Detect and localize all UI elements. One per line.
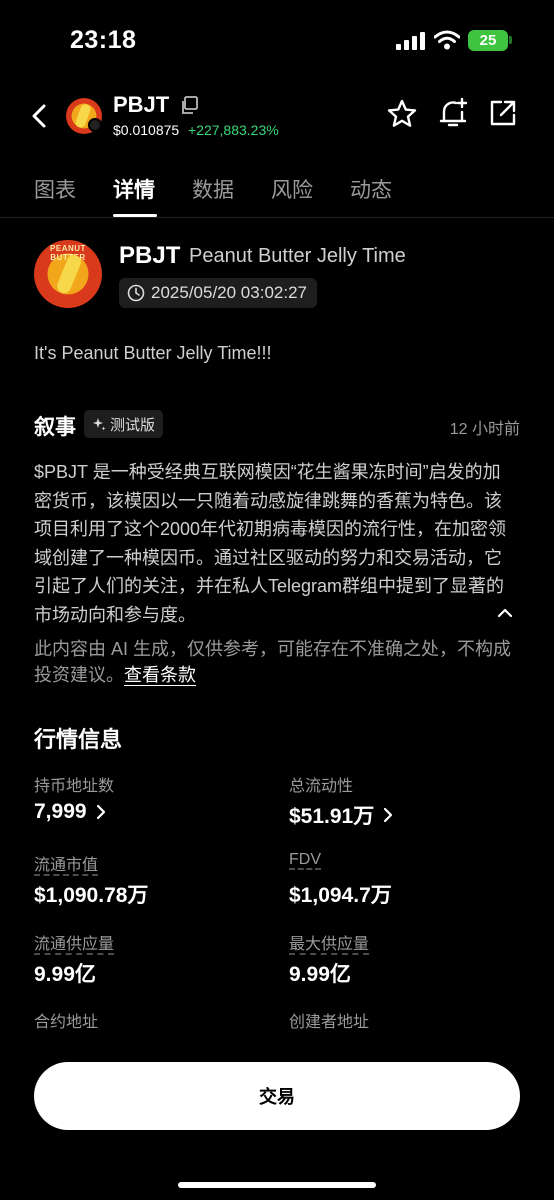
trade-button[interactable]: 交易: [34, 1062, 520, 1130]
tab-chart[interactable]: 图表: [34, 174, 76, 204]
circulating-supply-value: 9.99亿: [34, 963, 96, 986]
top-bar: PBJT $0.010875 +227,883.23%: [0, 86, 554, 146]
terms-link[interactable]: 查看条款: [124, 665, 196, 685]
chevron-up-icon[interactable]: [494, 602, 516, 624]
created-date-chip: 2025/05/20 03:02:27: [119, 278, 317, 308]
token-full-name: Peanut Butter Jelly Time: [189, 245, 406, 267]
back-icon[interactable]: [26, 100, 54, 132]
liquidity-value[interactable]: $51.91万: [289, 800, 394, 830]
token-logo: PEANUTBUTTER: [34, 240, 102, 308]
circulating-supply-label[interactable]: 流通供应量: [34, 930, 114, 954]
market-info-title: 行情信息: [34, 727, 123, 752]
chevron-right-icon: [96, 804, 105, 820]
holders-count: 7,999: [34, 800, 87, 823]
share-icon[interactable]: [488, 98, 518, 128]
battery-cap: [509, 36, 512, 44]
chain-badge-icon: [88, 118, 102, 132]
max-supply-value: 9.99亿: [289, 963, 351, 986]
market-cap-label[interactable]: 流通市值: [34, 851, 98, 875]
narrative-body: $PBJT 是一种受经典互联网模因“花生酱果冻时间”启发的加密货币，该模因以一只…: [34, 462, 507, 625]
cellular-signal-icon: [396, 32, 425, 50]
sparkle-icon: [93, 418, 106, 431]
bottom-fade: [0, 1035, 554, 1065]
fdv-label[interactable]: FDV: [289, 851, 321, 869]
star-icon[interactable]: [386, 98, 418, 130]
status-time: 23:18: [70, 26, 137, 54]
tab-data[interactable]: 数据: [192, 174, 234, 204]
holders-label: 持币地址数: [34, 778, 115, 795]
market-cap-value: $1,090.78万: [34, 884, 149, 907]
header-change: +227,883.23%: [188, 122, 279, 138]
disclaimer-text: 此内容由 AI 生成，仅供参考，可能存在不准确之处，不构成投资建议。: [34, 639, 512, 685]
copy-icon[interactable]: [180, 96, 198, 114]
token-symbol: PBJT: [119, 242, 181, 269]
creator-address-label: 创建者地址: [289, 1014, 370, 1031]
tab-bar: 图表 详情 数据 风险 动态: [0, 170, 554, 218]
tab-activity[interactable]: 动态: [350, 174, 392, 204]
header-symbol: PBJT: [113, 92, 170, 117]
narrative-title: 叙事: [34, 416, 76, 439]
chevron-right-icon: [384, 807, 393, 823]
max-supply-label[interactable]: 最大供应量: [289, 930, 369, 954]
beta-label: 测试版: [110, 416, 156, 434]
home-indicator: [178, 1182, 376, 1188]
liquidity-amount: $51.91万: [289, 805, 375, 828]
beta-badge: 测试版: [84, 410, 164, 438]
wifi-icon: [434, 30, 460, 50]
token-tagline: It's Peanut Butter Jelly Time!!!: [34, 343, 272, 363]
status-bar: 23:18 25: [0, 0, 554, 80]
header-price: $0.010875: [113, 122, 180, 138]
liquidity-label: 总流动性: [289, 778, 354, 795]
fdv-value: $1,094.7万: [289, 884, 392, 907]
created-date: 2025/05/20 03:02:27: [151, 283, 307, 302]
ai-disclaimer: 此内容由 AI 生成，仅供参考，可能存在不准确之处，不构成投资建议。查看条款: [34, 636, 514, 688]
battery-indicator: 25: [468, 30, 508, 51]
tab-risk[interactable]: 风险: [271, 174, 313, 204]
tab-details[interactable]: 详情: [113, 174, 155, 204]
narrative-time: 12 小时前: [449, 421, 520, 438]
alert-add-icon[interactable]: [436, 96, 470, 130]
holders-value[interactable]: 7,999: [34, 800, 107, 824]
contract-address-label: 合约地址: [34, 1014, 99, 1031]
active-tab-indicator: [113, 214, 157, 217]
clock-icon: [127, 284, 145, 302]
